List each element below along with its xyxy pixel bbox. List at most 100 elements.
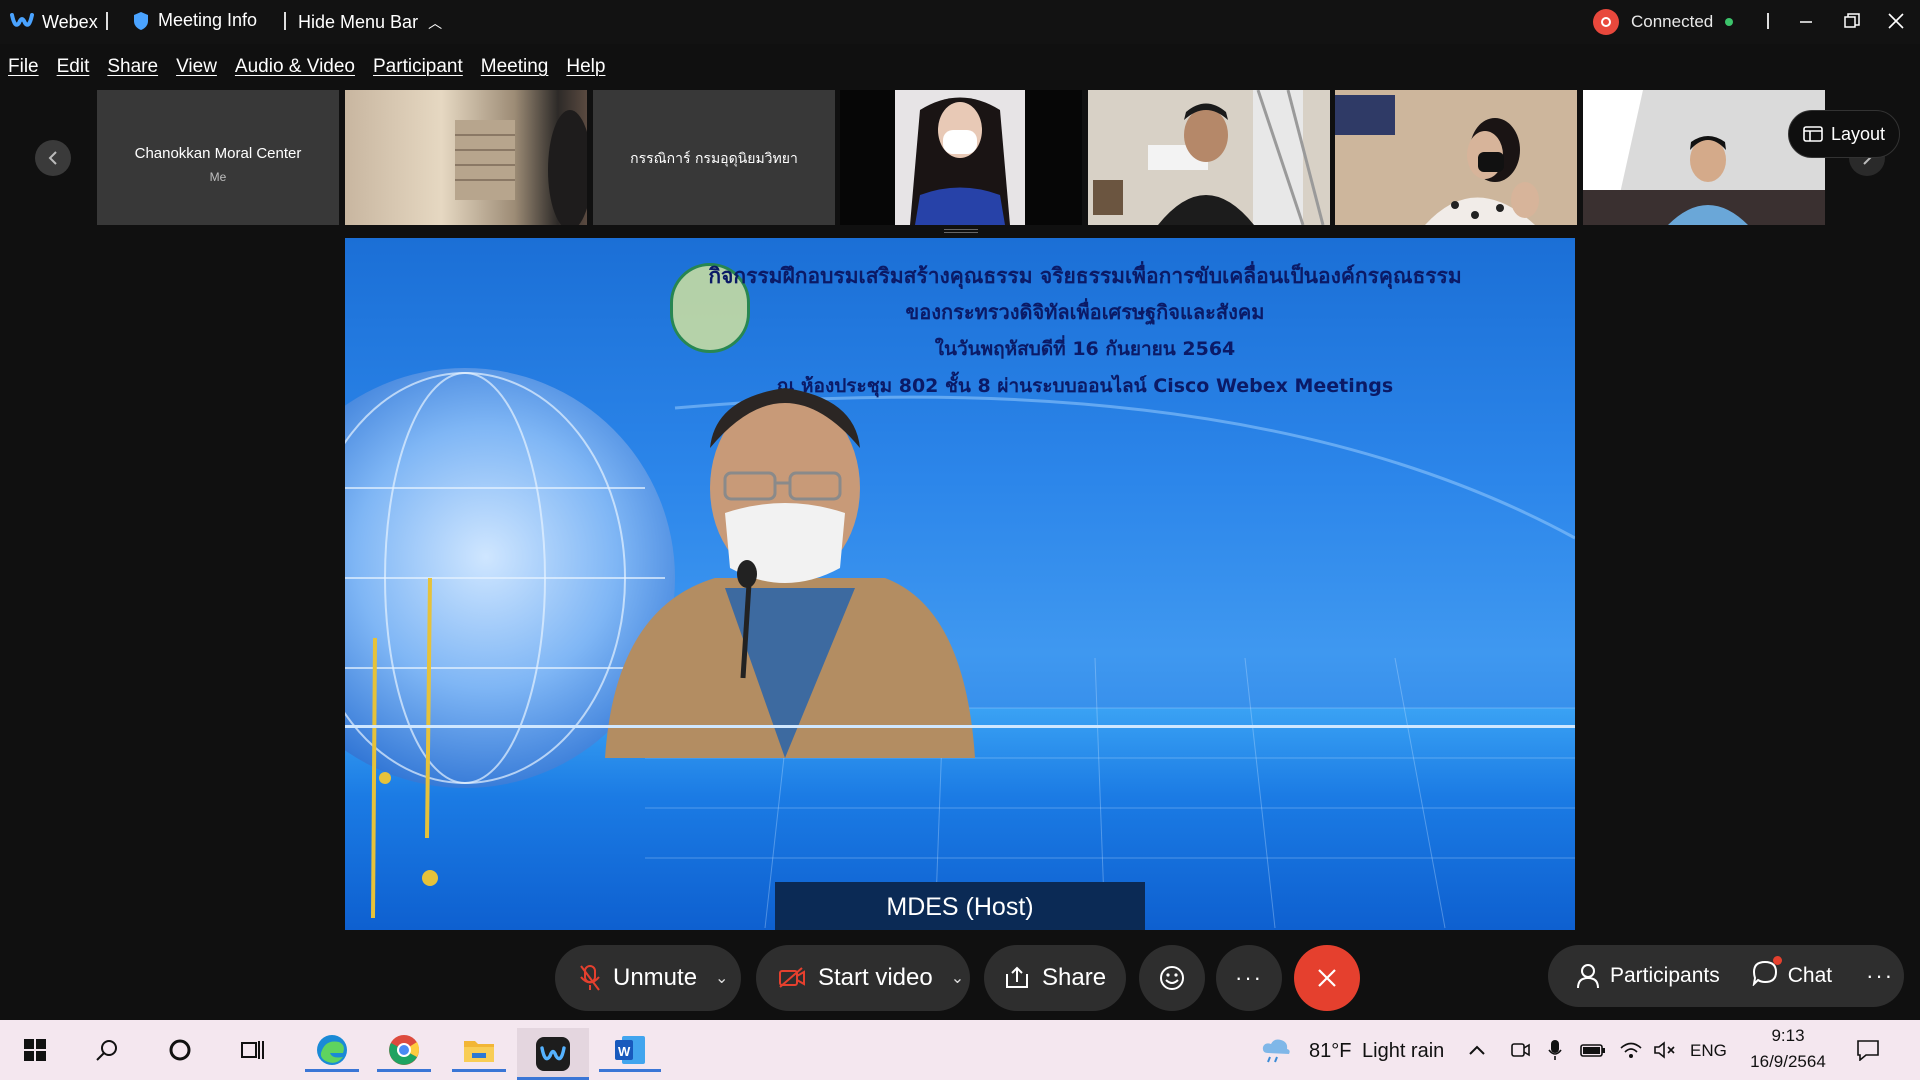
connection-status-label: Connected [1631,12,1714,31]
speaker-muted-icon[interactable] [1648,1028,1682,1072]
title-bar: Webex Meeting Info Hide Menu Bar ︿ Conne… [0,0,1920,44]
title-separator [284,12,286,30]
chevron-down-icon[interactable]: ⌄ [951,968,964,988]
more-options-button[interactable]: ··· [1216,945,1282,1011]
layout-button[interactable]: Layout [1788,110,1900,158]
layout-icon [1803,126,1823,142]
participant-video-tile[interactable] [1335,90,1577,225]
menu-share[interactable]: Share [107,56,158,78]
webex-taskbar-icon[interactable] [517,1028,589,1080]
participant-tile[interactable]: กรรณิการ์ กรมอุดุนิยมวิทยา [593,90,835,225]
chevron-up-icon[interactable] [1462,1028,1492,1072]
meeting-info-button[interactable]: Meeting Info [132,10,257,31]
notification-center-icon[interactable] [1848,1028,1888,1072]
chat-bubble-icon [1752,956,1782,992]
video-feed-room [455,110,587,225]
meet-now-icon[interactable] [1505,1028,1535,1072]
running-indicator [599,1069,661,1072]
active-speaker-video: กิจกรรมฝึกอบรมเสริมสร้างคุณธรรม จริยธรรม… [345,238,1575,930]
slide-title-line-1: กิจกรรมฝึกอบรมเสริมสร้างคุณธรรม จริยธรรม… [708,264,1462,288]
app-name: Webex [42,12,98,32]
unmute-button[interactable]: Unmute ⌄ [555,945,741,1011]
connection-status[interactable]: Connected [1593,9,1734,35]
microphone-icon[interactable] [1540,1028,1570,1072]
slide-title-line-2: ของกระทรวงดิจิทัลเพื่อเศรษฐกิจและสังคม [905,300,1265,324]
filmstrip-resize-handle[interactable] [944,229,978,233]
edge-browser-icon[interactable] [305,1028,359,1072]
participant-video-tile[interactable] [1088,90,1330,225]
filmstrip-prev-button[interactable] [35,140,71,176]
unmute-label: Unmute [613,964,698,991]
word-icon[interactable]: W [599,1028,661,1072]
menu-help[interactable]: Help [566,56,605,78]
panel-toggle-group: Participants Chat ··· [1548,945,1904,1007]
participant-video-tile[interactable] [345,90,587,225]
hide-menu-label: Hide Menu Bar [298,12,419,32]
menu-edit[interactable]: Edit [57,56,90,78]
minimize-icon[interactable] [1788,6,1824,36]
title-separator [1767,13,1769,29]
participant-video-tile[interactable] [1583,90,1825,225]
file-explorer-icon[interactable] [452,1028,506,1072]
search-icon[interactable] [84,1028,130,1072]
task-view-icon[interactable] [229,1028,275,1072]
ellipsis-icon: ··· [1866,963,1895,988]
connected-dot [1725,18,1734,26]
start-video-label: Start video [818,964,933,991]
layout-label: Layout [1830,123,1886,144]
video-feed-person [1583,90,1825,225]
smiley-icon [1160,966,1184,990]
weather-rain-icon[interactable] [1256,1028,1296,1072]
menu-audio-video[interactable]: Audio & Video [235,56,355,78]
more-panels-button[interactable]: ··· [1848,945,1910,1007]
running-indicator [452,1069,506,1072]
golden-ornament [371,577,438,919]
menu-view[interactable]: View [176,56,217,78]
wifi-icon[interactable] [1614,1028,1648,1072]
end-call-button[interactable] [1294,945,1360,1011]
chevron-up-icon: ︿ [428,14,443,31]
restore-icon[interactable] [1834,6,1870,36]
chat-button[interactable]: Chat [1736,945,1848,1007]
menu-file[interactable]: File [8,56,39,78]
clock-time[interactable]: 9:13 [1738,1026,1838,1046]
close-icon[interactable] [1878,6,1914,36]
reactions-button[interactable] [1139,945,1205,1011]
running-indicator [305,1069,359,1072]
weather-description: Light rain [1362,1040,1445,1062]
cortana-icon[interactable] [157,1028,203,1072]
participant-name: Chanokkan Moral Center [134,145,302,162]
webex-logo-icon [10,11,34,36]
battery-icon[interactable] [1576,1028,1610,1072]
ellipsis-icon: ··· [1235,965,1263,990]
share-label: Share [1042,964,1107,991]
menu-bar: File Edit Share View Audio & Video Parti… [0,44,1920,90]
input-language[interactable]: ENG [1690,1041,1727,1061]
windows-taskbar: W 81°F Light rain ENG 9:13 16/9/2564 [0,1020,1920,1080]
running-indicator [377,1069,431,1072]
title-separator [106,12,108,30]
svg-text:W: W [618,1044,631,1059]
menu-participant[interactable]: Participant [373,56,463,78]
hide-menu-bar-button[interactable]: Hide Menu Bar ︿ [298,12,442,33]
meeting-info-label: Meeting Info [158,10,258,30]
video-feed-person-mask [895,90,1025,225]
participants-button[interactable]: Participants [1548,945,1736,1007]
stage-highlight-line [345,725,1575,728]
chrome-browser-icon[interactable] [377,1028,431,1072]
microphone-muted-icon [580,965,600,991]
participant-self-label: Me [209,170,227,184]
participant-video-tile[interactable] [840,90,1082,225]
start-video-button[interactable]: Start video ⌄ [756,945,970,1011]
participant-tile[interactable]: Chanokkan Moral Center Me [97,90,339,225]
clock-date[interactable]: 16/9/2564 [1738,1052,1838,1072]
host-name-label: MDES (Host) [775,882,1145,930]
speaker-figure [605,388,975,758]
windows-start-icon[interactable] [12,1028,58,1072]
chevron-left-icon [48,151,57,165]
weather-temperature: 81°F [1309,1040,1352,1062]
menu-meeting[interactable]: Meeting [481,56,549,78]
video-feed-person [1088,90,1330,225]
chevron-down-icon[interactable]: ⌄ [715,968,728,988]
share-button[interactable]: Share [984,945,1126,1011]
